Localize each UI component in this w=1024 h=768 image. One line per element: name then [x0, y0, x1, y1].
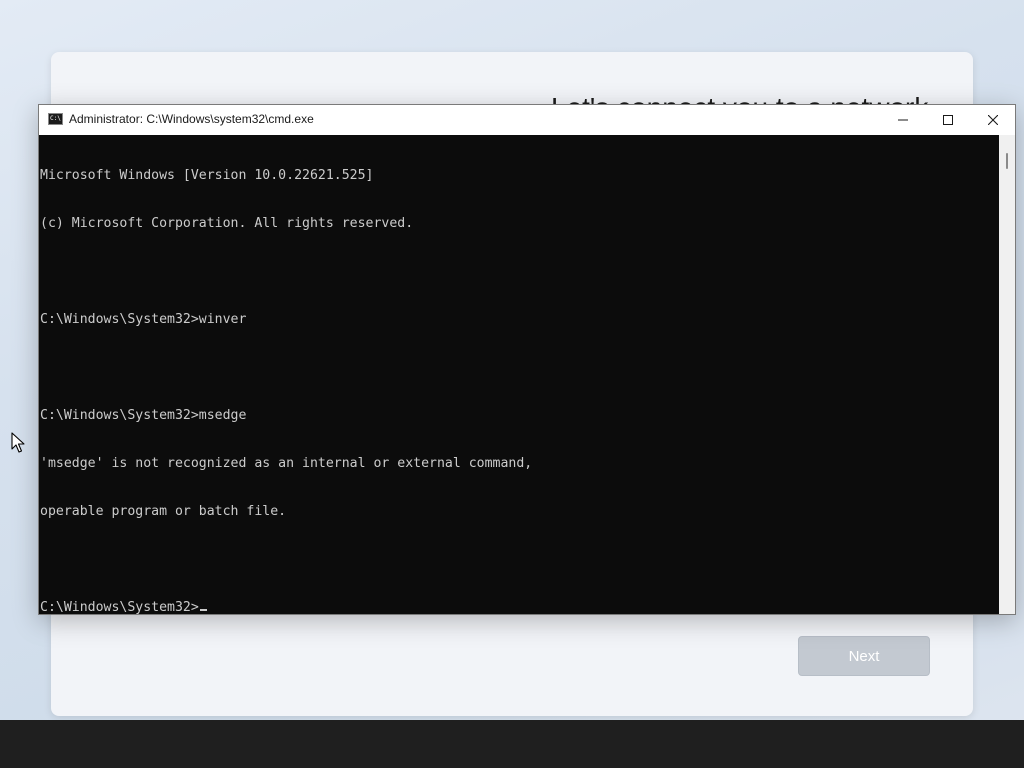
maximize-button[interactable] — [925, 105, 971, 135]
text-cursor — [199, 609, 207, 611]
maximize-icon — [943, 115, 953, 125]
cmd-icon — [48, 113, 63, 125]
console-line: 'msedge' is not recognized as an interna… — [40, 456, 533, 471]
console-line: C:\Windows\System32>msedge — [40, 408, 247, 423]
console-line: C:\Windows\System32>winver — [40, 312, 247, 327]
minimize-button[interactable] — [880, 105, 926, 135]
bottom-dark-strip — [0, 720, 1024, 768]
close-icon — [988, 115, 998, 125]
scrollbar-thumb[interactable] — [1006, 153, 1008, 169]
console-line: (c) Microsoft Corporation. All rights re… — [40, 216, 414, 231]
cmd-console[interactable]: Microsoft Windows [Version 10.0.22621.52… — [39, 135, 999, 614]
console-prompt-line[interactable]: C:\Windows\System32> — [40, 600, 999, 614]
console-output: Microsoft Windows [Version 10.0.22621.52… — [39, 135, 999, 614]
close-button[interactable] — [970, 105, 1016, 135]
cmd-scrollbar[interactable] — [999, 135, 1015, 614]
mouse-pointer-icon — [11, 432, 25, 453]
minimize-icon — [898, 119, 908, 121]
cmd-window-title: Administrator: C:\Windows\system32\cmd.e… — [69, 112, 314, 126]
cmd-window[interactable]: Administrator: C:\Windows\system32\cmd.e… — [38, 104, 1016, 615]
cmd-titlebar[interactable]: Administrator: C:\Windows\system32\cmd.e… — [39, 105, 1015, 135]
console-line: operable program or batch file. — [40, 504, 287, 519]
next-button[interactable]: Next — [798, 636, 930, 676]
console-prompt: C:\Windows\System32> — [40, 600, 199, 614]
console-line: Microsoft Windows [Version 10.0.22621.52… — [40, 168, 374, 183]
